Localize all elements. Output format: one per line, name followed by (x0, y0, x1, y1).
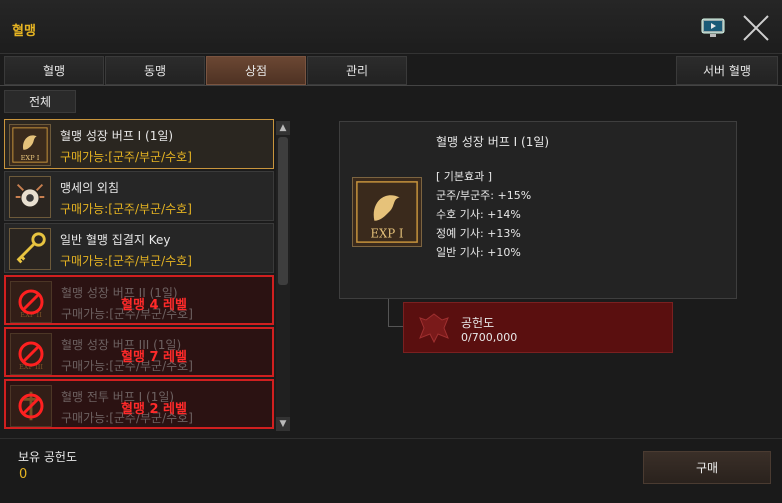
cost-panel: 공헌도 0/700,000 (403, 302, 673, 353)
tab-clan[interactable]: 혈맹 (4, 56, 104, 85)
window-title: 혈맹 (12, 24, 36, 39)
item-condition: 구매가능:[군주/부군/수호] (60, 150, 192, 164)
shop-item-locked[interactable]: 혈맹 전투 버프 I (1일) 구매가능:[군주/부군/수호] 혈맹 2 레벨 (4, 379, 274, 429)
effect-line: 군주/부군주: +15% (436, 189, 532, 202)
exp-lion-icon: EXP I (9, 124, 51, 166)
tab-server-clan[interactable]: 서버 혈맹 (676, 56, 778, 85)
tab-shop[interactable]: 상점 (206, 56, 306, 85)
scrollbar-thumb[interactable] (278, 137, 288, 285)
detail-title: 혈맹 성장 버프 I (1일) (436, 135, 550, 149)
shop-item[interactable]: EXP I 혈맹 성장 버프 I (1일) 구매가능:[군주/부군/수호] (4, 119, 274, 169)
svg-text:EXP I: EXP I (21, 154, 40, 162)
item-name: 맹세의 외침 (60, 181, 120, 195)
item-condition: 구매가능:[군주/부군/수호] (60, 202, 192, 216)
forbidden-icon (18, 393, 44, 419)
clan-crest-icon (419, 313, 449, 344)
tv-icon[interactable] (701, 17, 725, 39)
item-name: 혈맹 성장 버프 I (1일) (60, 129, 174, 143)
shop-item[interactable]: 일반 혈맹 집결지 Key 구매가능:[군주/부군/수호] (4, 223, 274, 273)
tab-bar: 혈맹 동맹 상점 관리 (4, 56, 408, 85)
item-condition: 구매가능:[군주/부군/수호] (60, 254, 192, 268)
subtab-all[interactable]: 전체 (4, 90, 76, 113)
shop-item-locked[interactable]: EXP II 혈맹 성장 버프 II (1일) 구매가능:[군주/부군/수호] … (4, 275, 274, 325)
tab-alliance[interactable]: 동맹 (105, 56, 205, 85)
effects-heading: [ 기본효과 ] (436, 170, 493, 183)
close-icon[interactable] (741, 13, 771, 43)
effect-line: 일반 기사: +10% (436, 246, 521, 259)
forbidden-icon (18, 289, 44, 315)
owned-contribution-value: 0 (19, 467, 28, 482)
effect-line: 정예 기사: +13% (436, 227, 521, 240)
list-scrollbar[interactable]: ▲ ▼ (276, 121, 290, 431)
oath-shout-icon (9, 176, 51, 218)
exp-lion-icon: EXP I (352, 177, 422, 247)
shop-item[interactable]: 맹세의 외침 구매가능:[군주/부군/수호] (4, 171, 274, 221)
tab-manage[interactable]: 관리 (307, 56, 407, 85)
required-level-label: 혈맹 4 레벨 (121, 298, 187, 313)
required-level-label: 혈맹 2 레벨 (121, 402, 187, 417)
svg-text:EXP I: EXP I (371, 226, 404, 240)
cost-value: 0/700,000 (461, 331, 518, 344)
scroll-up-icon[interactable]: ▲ (276, 121, 290, 135)
cost-label: 공헌도 (461, 316, 495, 330)
scroll-down-icon[interactable]: ▼ (276, 417, 290, 431)
effects-list: [ 기본효과 ] 군주/부군주: +15% 수호 기사: +14% 정예 기사:… (436, 167, 531, 262)
shop-item-list: EXP I 혈맹 성장 버프 I (1일) 구매가능:[군주/부군/수호] 맹세… (4, 119, 274, 431)
item-detail-panel: 혈맹 성장 버프 I (1일) EXP I [ 기본효과 ] 군주/부군주: +… (339, 121, 737, 299)
connector-line (388, 326, 404, 327)
connector-line (388, 299, 389, 327)
required-level-label: 혈맹 7 레벨 (121, 350, 187, 365)
title-bar: 혈맹 (0, 0, 782, 54)
forbidden-icon (18, 341, 44, 367)
item-name: 일반 혈맹 집결지 Key (60, 233, 171, 247)
effect-line: 수호 기사: +14% (436, 208, 521, 221)
owned-contribution-label: 보유 공헌도 (18, 450, 78, 464)
shop-item-locked[interactable]: EXP III 혈맹 성장 버프 III (1일) 구매가능:[군주/부군/수호… (4, 327, 274, 377)
buy-button[interactable]: 구매 (643, 451, 771, 484)
golden-key-icon (9, 228, 51, 270)
tab-divider (0, 85, 782, 86)
